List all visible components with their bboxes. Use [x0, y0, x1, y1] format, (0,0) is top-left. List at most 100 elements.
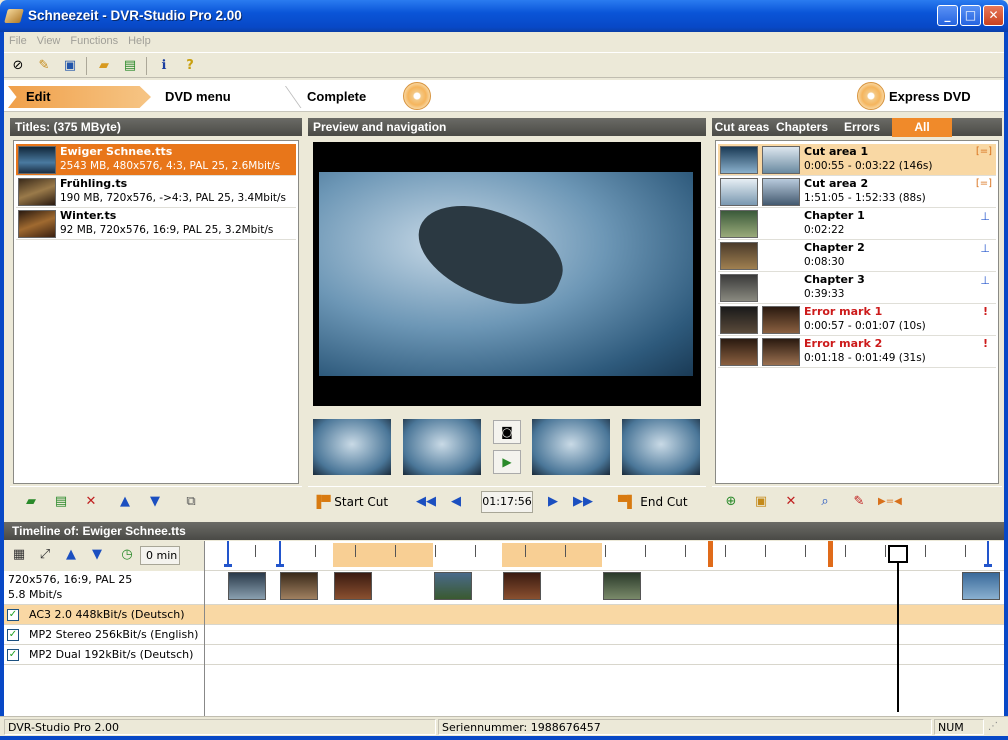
- error-marker[interactable]: [828, 541, 833, 567]
- start-cut-button[interactable]: ▐▀ Start Cut: [312, 492, 388, 512]
- end-cut-button[interactable]: ▀▌ End Cut: [618, 492, 688, 512]
- marker-title: Cut area 2: [804, 177, 869, 190]
- error-marker[interactable]: [708, 541, 713, 567]
- app-icon: [4, 9, 24, 23]
- title-item-winter[interactable]: Winter.ts 92 MB, 720x576, 16:9, PAL 25, …: [16, 208, 296, 240]
- frame-thumbnail[interactable]: [532, 419, 610, 475]
- title-thumbnail: [18, 210, 56, 238]
- video-frame: [319, 172, 693, 376]
- step-dvd-menu[interactable]: DVD menu: [165, 86, 231, 108]
- snapshot-icon[interactable]: ◙: [493, 420, 521, 444]
- audio-track-checkbox[interactable]: ✓: [7, 629, 19, 641]
- menu-file[interactable]: File: [4, 34, 32, 48]
- titles-panel: Titles: (375 MByte) Ewiger Schnee.tts 25…: [10, 118, 302, 518]
- chapter-marker[interactable]: [984, 541, 992, 567]
- new-project-icon[interactable]: ⊘: [8, 56, 28, 76]
- step-express-dvd[interactable]: Express DVD: [889, 86, 971, 108]
- marker-item-chapter-1[interactable]: Chapter 1 0:02:22 ⊥: [718, 208, 996, 240]
- marker-thumbnail: [720, 178, 758, 206]
- error-icon: !: [982, 337, 988, 350]
- clock-icon[interactable]: ◷: [116, 545, 138, 565]
- cut-areas-icon[interactable]: ▶=◀: [878, 492, 902, 512]
- time-offset-field[interactable]: 0 min: [140, 546, 180, 565]
- frame-thumbnail[interactable]: [313, 419, 391, 475]
- status-app: DVR-Studio Pro 2.00: [4, 719, 436, 735]
- menu-functions[interactable]: Functions: [65, 34, 123, 48]
- step-complete[interactable]: Complete: [307, 86, 366, 108]
- marker-title: Chapter 2: [804, 241, 865, 254]
- auto-chapter-icon[interactable]: ✎: [848, 492, 870, 512]
- end-cut-label: End Cut: [640, 495, 688, 509]
- audio-track-checkbox[interactable]: ✓: [7, 649, 19, 661]
- step-forward-icon[interactable]: ▶: [542, 492, 564, 512]
- close-button[interactable]: ✕: [983, 5, 1004, 26]
- chapter-marker[interactable]: [224, 541, 232, 567]
- menu-view[interactable]: View: [32, 34, 66, 48]
- marker-thumbnail: [762, 338, 800, 366]
- timeline-down-icon[interactable]: ▼: [86, 545, 108, 565]
- add-marker-icon[interactable]: ▣: [750, 492, 772, 512]
- playhead-handle[interactable]: [888, 545, 908, 563]
- markers-buttons: ⊕ ▣ ✕ ⌕ ✎ ▶=◀: [712, 486, 1002, 516]
- tab-cut-areas[interactable]: Cut areas: [712, 118, 772, 137]
- video-preview[interactable]: [313, 142, 701, 406]
- chapter-marker[interactable]: [276, 541, 284, 567]
- video-frame-thumbnail: [434, 572, 472, 600]
- marker-item-chapter-2[interactable]: Chapter 2 0:08:30 ⊥: [718, 240, 996, 272]
- audio-track-1[interactable]: ✓ AC3 2.0 448kBit/s (Deutsch): [4, 605, 1004, 625]
- save-icon[interactable]: ▣: [60, 56, 80, 76]
- step-edit[interactable]: Edit: [8, 86, 151, 108]
- marker-title: Chapter 1: [804, 209, 865, 222]
- import-title-icon[interactable]: ▤: [50, 492, 72, 512]
- marker-item-error-mark-2[interactable]: Error mark 2 0:01:18 - 0:01:49 (31s) !: [718, 336, 996, 368]
- move-up-icon[interactable]: ▲: [114, 492, 136, 512]
- search-errors-icon[interactable]: ⌕: [814, 492, 836, 512]
- audio-track-3[interactable]: ✓ MP2 Dual 192kBit/s (Deutsch): [4, 645, 1004, 665]
- marker-item-error-mark-1[interactable]: Error mark 1 0:00:57 - 0:01:07 (10s) !: [718, 304, 996, 336]
- titles-list: Ewiger Schnee.tts 2543 MB, 480x576, 4:3,…: [13, 140, 299, 484]
- marker-item-cut-area-1[interactable]: Cut area 1 0:00:55 - 0:03:22 (146s) [=]: [718, 144, 996, 176]
- menu-help[interactable]: Help: [123, 34, 156, 48]
- chapter-icon: ⊥: [980, 210, 990, 223]
- export-frame-icon[interactable]: ▶: [493, 450, 521, 474]
- open-icon[interactable]: ✎: [34, 56, 54, 76]
- step-back-icon[interactable]: ◀: [445, 492, 467, 512]
- split-title-icon[interactable]: ⧉: [180, 492, 202, 512]
- add-title-icon[interactable]: ▰: [20, 492, 42, 512]
- tab-all[interactable]: All: [892, 118, 952, 137]
- marker-item-cut-area-2[interactable]: Cut area 2 1:51:05 - 1:52:33 (88s) [=]: [718, 176, 996, 208]
- add-title-icon[interactable]: ▰: [94, 56, 114, 76]
- title-item-ewiger-schnee[interactable]: Ewiger Schnee.tts 2543 MB, 480x576, 4:3,…: [16, 144, 296, 176]
- title-name: Ewiger Schnee.tts: [60, 145, 173, 158]
- delete-title-icon[interactable]: ✕: [80, 492, 102, 512]
- maximize-button[interactable]: □: [960, 5, 981, 26]
- rewind-fast-icon[interactable]: ◀◀: [415, 492, 437, 512]
- frame-thumbnail[interactable]: [403, 419, 481, 475]
- cut-area-band[interactable]: [333, 543, 433, 567]
- marker-item-chapter-3[interactable]: Chapter 3 0:39:33 ⊥: [718, 272, 996, 304]
- frame-thumbnail[interactable]: [622, 419, 700, 475]
- time-display[interactable]: 01:17:56: [481, 491, 533, 513]
- add-chapter-icon[interactable]: ⊕: [720, 492, 742, 512]
- forward-fast-icon[interactable]: ▶▶: [572, 492, 594, 512]
- title-name: Winter.ts: [60, 209, 117, 222]
- audio-track-checkbox[interactable]: ✓: [7, 609, 19, 621]
- markers-tabs: Cut areas Chapters Errors All: [712, 118, 1002, 137]
- tab-errors[interactable]: Errors: [832, 118, 892, 137]
- delete-marker-icon[interactable]: ✕: [780, 492, 802, 512]
- timeline-up-icon[interactable]: ▲: [60, 545, 82, 565]
- title-item-fruehling[interactable]: Frühling.ts 190 MB, 720x576, ->4:3, PAL …: [16, 176, 296, 208]
- minimize-button[interactable]: _: [937, 5, 958, 26]
- move-down-icon[interactable]: ▼: [144, 492, 166, 512]
- timeline-settings-icon[interactable]: ▦: [8, 545, 30, 565]
- tab-chapters[interactable]: Chapters: [772, 118, 832, 137]
- zoom-icon[interactable]: ⤢: [34, 545, 56, 565]
- resize-grip-icon[interactable]: ⋰: [988, 721, 998, 732]
- timeline-ruler[interactable]: [205, 541, 1004, 571]
- marker-title: Error mark 1: [804, 305, 883, 318]
- audio-track-2[interactable]: ✓ MP2 Stereo 256kBit/s (English): [4, 625, 1004, 645]
- add-files-icon[interactable]: ▤: [120, 56, 140, 76]
- help-icon[interactable]: ?: [180, 56, 200, 76]
- info-icon[interactable]: ℹ: [154, 56, 174, 76]
- cut-area-band[interactable]: [502, 543, 602, 567]
